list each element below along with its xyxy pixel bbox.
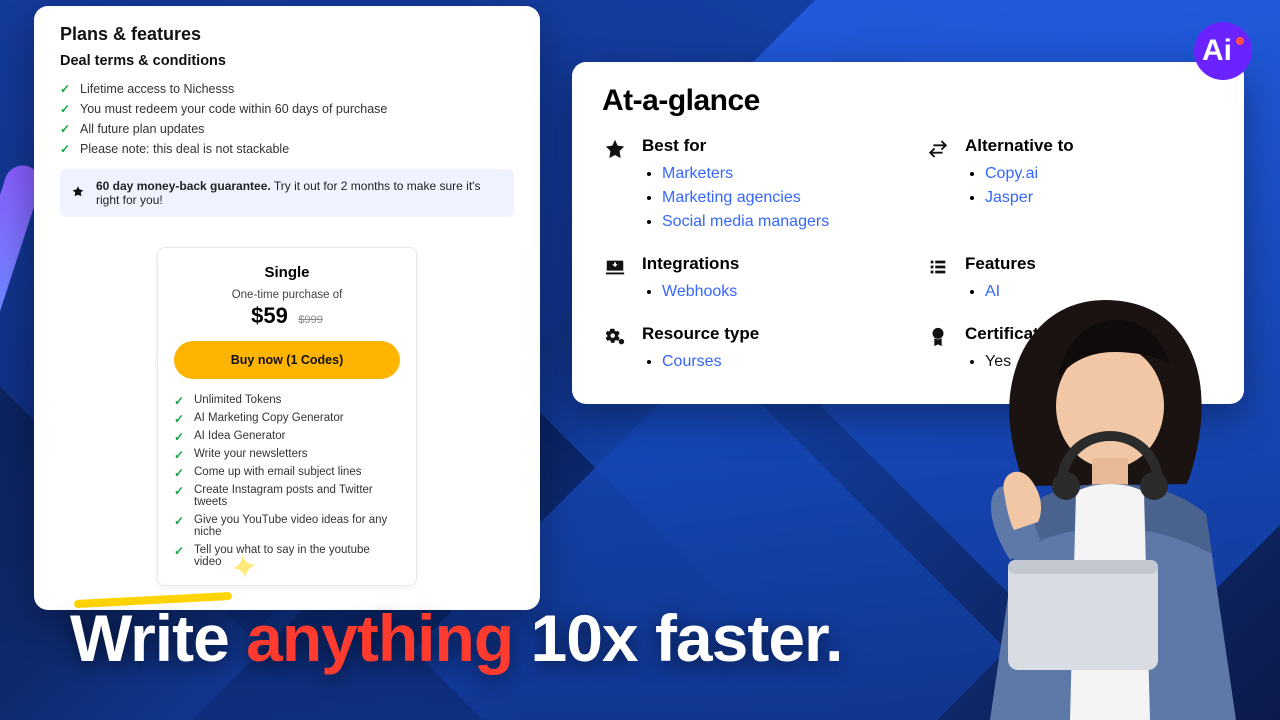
list-item: Webhooks bbox=[662, 280, 739, 304]
plans-heading: Plans & features bbox=[60, 24, 514, 45]
list-item: Marketers bbox=[662, 162, 829, 186]
glance-link[interactable]: Jasper bbox=[985, 189, 1033, 206]
deal-term: You must redeem your code within 60 days… bbox=[60, 99, 514, 119]
sparkle-icon: ✦ bbox=[227, 546, 261, 590]
guarantee-bold: 60 day money-back guarantee. bbox=[96, 179, 271, 193]
deal-terms-list: Lifetime access to Nichesss You must red… bbox=[60, 79, 514, 159]
swap-icon bbox=[925, 136, 951, 234]
glance-section-integrations: Integrations Webhooks bbox=[602, 254, 891, 304]
glance-heading: At-a-glance bbox=[602, 84, 1214, 118]
person-image bbox=[950, 260, 1280, 720]
ribbon-icon bbox=[925, 324, 951, 374]
tagline-pre: Write bbox=[70, 601, 246, 675]
deal-term: All future plan updates bbox=[60, 119, 514, 139]
list-icon bbox=[925, 254, 951, 304]
glance-section-title: Resource type bbox=[642, 324, 759, 344]
glance-section-alternative-to: Alternative to Copy.ai Jasper bbox=[925, 136, 1214, 234]
tier-feature: Give you YouTube video ideas for any nic… bbox=[174, 511, 400, 541]
plans-subheading: Deal terms & conditions bbox=[60, 53, 514, 69]
list-item: Marketing agencies bbox=[662, 186, 829, 210]
glance-link[interactable]: Webhooks bbox=[662, 283, 737, 300]
tier-feature: AI Marketing Copy Generator bbox=[174, 409, 400, 427]
tier-name: Single bbox=[174, 264, 400, 281]
list-item: Jasper bbox=[985, 186, 1074, 210]
glance-link[interactable]: Courses bbox=[662, 353, 722, 370]
tier-feature: Tell you what to say in the youtube vide… bbox=[174, 541, 400, 571]
glance-section-title: Integrations bbox=[642, 254, 739, 274]
glance-link[interactable]: Copy.ai bbox=[985, 165, 1038, 182]
glance-section-title: Best for bbox=[642, 136, 829, 156]
price-tier-card: Single One-time purchase of $59 $999 Buy… bbox=[157, 247, 417, 586]
list-item: Courses bbox=[662, 350, 759, 374]
list-item: Social media managers bbox=[662, 210, 829, 234]
glance-section-best-for: Best for Marketers Marketing agencies So… bbox=[602, 136, 891, 234]
deal-term: Please note: this deal is not stackable bbox=[60, 139, 514, 159]
plans-card: Plans & features Deal terms & conditions… bbox=[34, 6, 540, 610]
brand-badge-text: Ai bbox=[1202, 34, 1232, 68]
deal-term: Lifetime access to Nichesss bbox=[60, 79, 514, 99]
glance-section-resource-type: Resource type Courses bbox=[602, 324, 891, 374]
glance-link[interactable]: Marketers bbox=[662, 165, 733, 182]
list-item: Copy.ai bbox=[985, 162, 1074, 186]
tagline-post: 10x faster. bbox=[513, 601, 842, 675]
glance-link[interactable]: Marketing agencies bbox=[662, 189, 801, 206]
brand-badge: Ai bbox=[1194, 22, 1252, 80]
tier-feature: Unlimited Tokens bbox=[174, 391, 400, 409]
laptop-icon bbox=[602, 254, 628, 304]
glance-link[interactable]: Social media managers bbox=[662, 213, 829, 230]
buy-now-button[interactable]: Buy now (1 Codes) bbox=[174, 341, 400, 379]
tier-feature: AI Idea Generator bbox=[174, 427, 400, 445]
tier-price-was: $999 bbox=[298, 314, 322, 326]
tagline: Write anything 10x faster. bbox=[70, 600, 842, 676]
tier-feature-list: Unlimited Tokens AI Marketing Copy Gener… bbox=[174, 391, 400, 571]
guarantee-banner: 60 day money-back guarantee. Try it out … bbox=[60, 169, 514, 217]
tier-feature: Write your newsletters bbox=[174, 445, 400, 463]
gears-icon bbox=[602, 324, 628, 374]
ribbon-icon bbox=[70, 185, 86, 201]
tier-feature: Come up with email subject lines bbox=[174, 463, 400, 481]
star-icon bbox=[602, 136, 628, 234]
glance-section-title: Alternative to bbox=[965, 136, 1074, 156]
tagline-accent: anything bbox=[246, 601, 513, 675]
tier-feature: Create Instagram posts and Twitter tweet… bbox=[174, 481, 400, 511]
tier-price: $59 bbox=[251, 303, 288, 328]
tier-subtitle: One-time purchase of bbox=[174, 289, 400, 301]
